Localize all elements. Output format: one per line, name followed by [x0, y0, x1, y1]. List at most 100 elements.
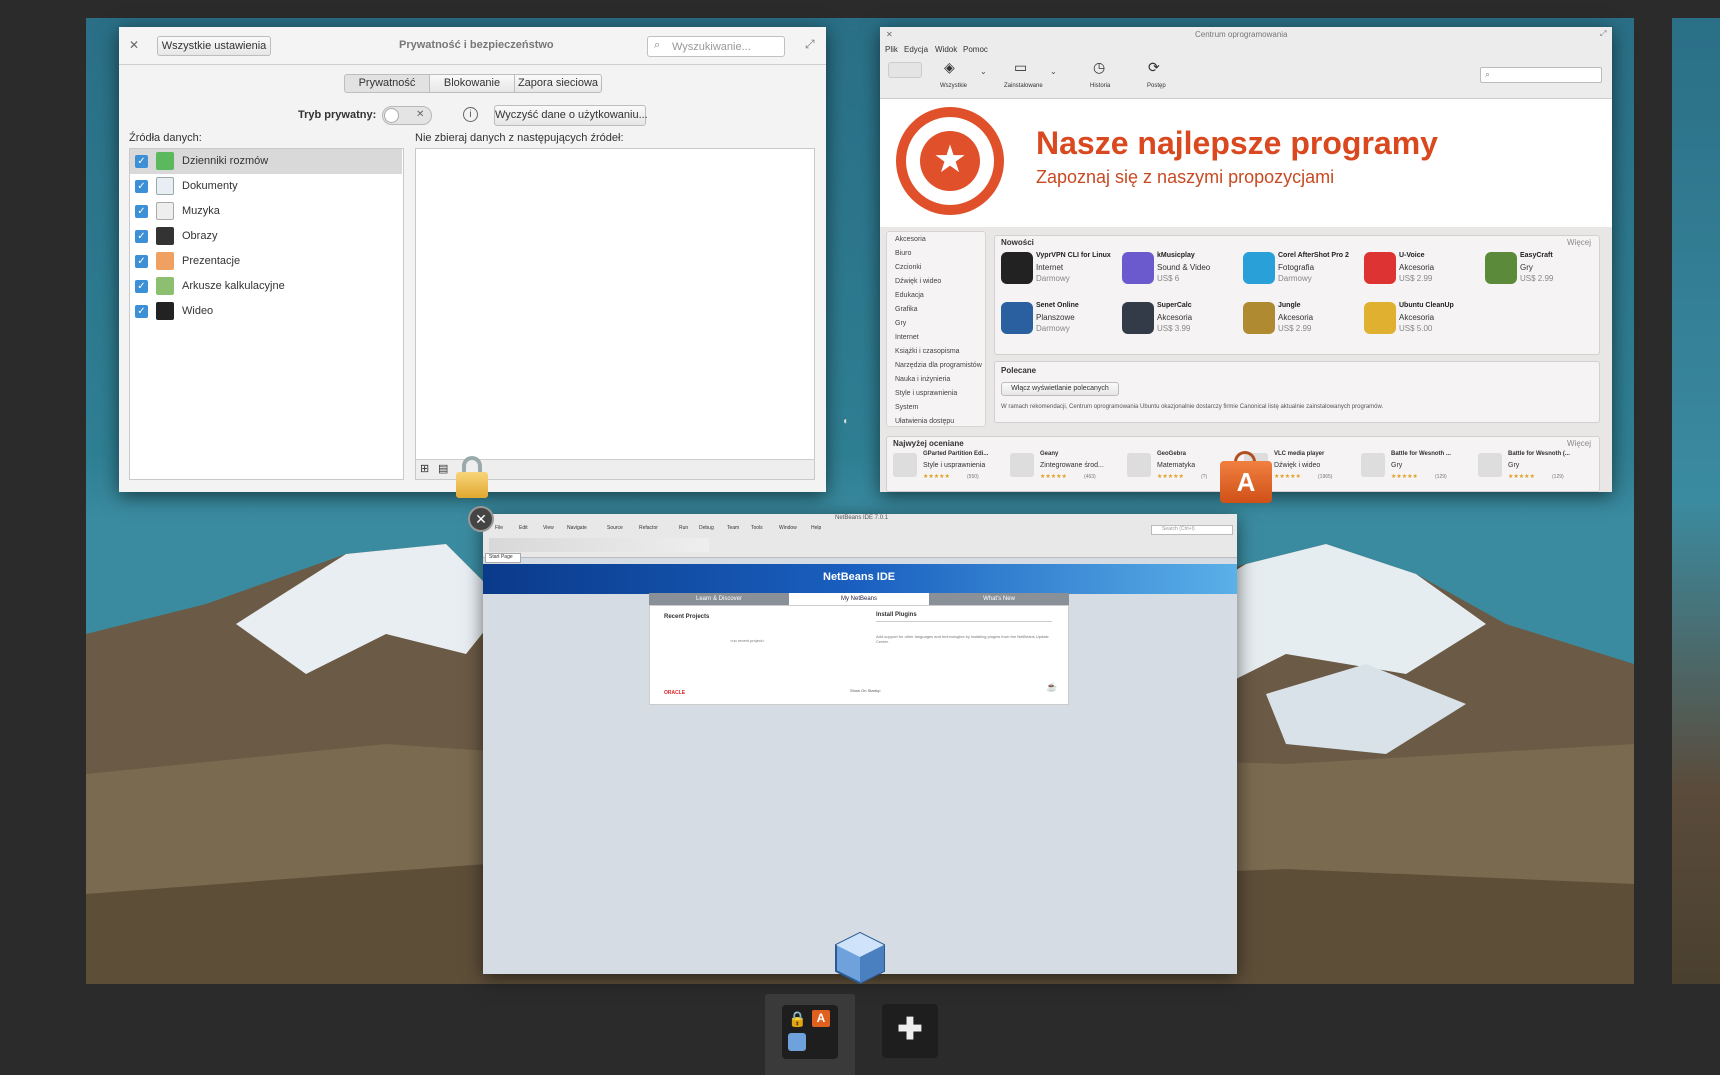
- list-item[interactable]: ✓ Muzyka: [130, 199, 402, 224]
- menu-view[interactable]: Widok: [935, 45, 957, 54]
- banner[interactable]: ★ Nasze najlepsze programy Zapoznaj się …: [880, 99, 1612, 227]
- menu-item[interactable]: Run: [679, 525, 688, 531]
- menu-item[interactable]: File: [495, 525, 503, 531]
- menu-item[interactable]: Refactor: [639, 525, 658, 531]
- list-item[interactable]: ✓ Prezentacje: [130, 249, 402, 274]
- plugins-heading[interactable]: Install Plugins: [876, 612, 1052, 622]
- maximize-icon[interactable]: ⤢: [805, 37, 815, 52]
- app-tile[interactable]: U-Voice Akcesoria US$ 2.99: [1364, 252, 1482, 300]
- chevron-down-icon[interactable]: ⌄: [980, 67, 987, 76]
- category-item[interactable]: Edukacja: [895, 292, 924, 299]
- menu-item[interactable]: Window: [779, 525, 797, 531]
- checkbox-icon[interactable]: ✓: [135, 280, 148, 293]
- netbeans-window[interactable]: NetBeans IDE 7.0.1 File Edit View Navigate S…: [483, 514, 1237, 974]
- category-item[interactable]: Grafika: [895, 306, 918, 313]
- back-button[interactable]: Wszystkie ustawienia: [157, 36, 271, 56]
- toolbar-progress[interactable]: Postęp: [1147, 83, 1166, 89]
- category-item[interactable]: Książki i czasopisma: [895, 348, 960, 355]
- category-item[interactable]: Gry: [895, 320, 906, 327]
- nav-buttons[interactable]: [888, 62, 922, 78]
- clear-data-button[interactable]: Wyczyść dane o użytkowaniu...: [494, 105, 648, 126]
- tab-privacy[interactable]: Prywatność: [344, 74, 430, 93]
- close-icon[interactable]: ✕: [129, 38, 139, 52]
- history-icon[interactable]: ◷: [1093, 59, 1105, 76]
- toolbar-history[interactable]: Historia: [1090, 83, 1110, 89]
- checkbox-icon[interactable]: ✓: [135, 305, 148, 318]
- menu-item[interactable]: Edit: [519, 525, 528, 531]
- search-input[interactable]: ⌕ Wyszukiwanie...: [647, 36, 785, 57]
- category-item[interactable]: Biuro: [895, 250, 911, 257]
- toolbar-installed[interactable]: Zainstalowane: [1004, 83, 1043, 89]
- close-icon[interactable]: ✕: [886, 30, 893, 39]
- list-item[interactable]: ✓ Dzienniki rozmów: [130, 149, 402, 174]
- show-on-startup-checkbox[interactable]: Show On Startup: [850, 688, 880, 693]
- checkbox-icon[interactable]: ✓: [135, 155, 148, 168]
- menu-item[interactable]: Help: [811, 525, 821, 531]
- menu-file[interactable]: Plik: [885, 45, 898, 54]
- info-icon[interactable]: i: [463, 107, 478, 122]
- top-app-tile[interactable]: Battle for Wesnoth ... Gry ★★★★★ (129): [1361, 451, 1473, 491]
- list-item[interactable]: ✓ Obrazy: [130, 224, 402, 249]
- app-tile[interactable]: kMusicplay Sound & Video US$ 6: [1122, 252, 1240, 300]
- category-item[interactable]: Style i usprawnienia: [895, 390, 957, 397]
- menu-item[interactable]: Debug: [699, 525, 714, 531]
- all-apps-icon[interactable]: ◈: [944, 59, 955, 76]
- add-workspace-button[interactable]: ✚: [882, 1004, 938, 1058]
- top-app-tile[interactable]: GParted Partition Edi... Style i usprawni…: [893, 451, 1005, 491]
- close-window-icon[interactable]: ✕: [468, 506, 494, 532]
- list-item[interactable]: ✓ Dokumenty: [130, 174, 402, 199]
- category-item[interactable]: System: [895, 404, 918, 411]
- category-item[interactable]: Internet: [895, 334, 919, 341]
- category-item[interactable]: Akcesoria: [895, 236, 926, 243]
- progress-icon[interactable]: ⟳: [1148, 59, 1160, 76]
- app-tile[interactable]: Senet Online Planszowe Darmowy: [1001, 302, 1119, 350]
- menu-edit[interactable]: Edycja: [904, 45, 928, 54]
- top-app-tile[interactable]: Geany Zintegrowane środ... ★★★★★ (463): [1010, 451, 1122, 491]
- checkbox-icon[interactable]: ✓: [135, 230, 148, 243]
- menu-item[interactable]: Tools: [751, 525, 763, 531]
- app-tile[interactable]: Jungle Akcesoria US$ 2.99: [1243, 302, 1361, 350]
- menu-item[interactable]: View: [543, 525, 554, 531]
- toolbar-all[interactable]: Wszystkie: [940, 83, 967, 89]
- tab-learn[interactable]: Learn & Discover: [649, 593, 789, 605]
- list-item[interactable]: ✓ Arkusze kalkulacyjne: [130, 274, 402, 299]
- search-input[interactable]: ⌕: [1480, 67, 1602, 83]
- privacy-window[interactable]: ✕ Wszystkie ustawienia Prywatność i bezp…: [119, 27, 826, 492]
- tab-my-netbeans[interactable]: My NetBeans: [789, 593, 929, 605]
- tab-start-page[interactable]: Start Page: [485, 553, 521, 563]
- tab-blocking[interactable]: Blokowanie: [429, 74, 515, 93]
- app-tile[interactable]: SuperCalc Akcesoria US$ 3.99: [1122, 302, 1240, 350]
- app-tile[interactable]: Corel AfterShot Pro 2 Fotografia Darmowy: [1243, 252, 1361, 300]
- checkbox-icon[interactable]: ✓: [135, 255, 148, 268]
- exclude-list[interactable]: ⊞ ▤: [415, 148, 815, 480]
- enable-recommendations-button[interactable]: Włącz wyświetlanie polecanych: [1001, 382, 1119, 396]
- category-item[interactable]: Dźwięk i wideo: [895, 278, 941, 285]
- chevron-down-icon[interactable]: ⌄: [1050, 67, 1057, 76]
- app-tile[interactable]: Ubuntu CleanUp Akcesoria US$ 5.00: [1364, 302, 1482, 350]
- nb-toolbar[interactable]: [489, 538, 709, 552]
- category-item[interactable]: Ułatwienia dostępu: [895, 418, 954, 425]
- category-item[interactable]: Nauka i inżynieria: [895, 376, 950, 383]
- menu-help[interactable]: Pomoc: [963, 45, 988, 54]
- checkbox-icon[interactable]: ✓: [135, 205, 148, 218]
- search-input[interactable]: Search (Ctrl+I): [1151, 525, 1233, 535]
- private-mode-toggle[interactable]: ✕: [382, 106, 432, 125]
- software-center-window[interactable]: ✕ Centrum oprogramowania ⤢ Plik Edycja W…: [880, 27, 1612, 492]
- list-item[interactable]: ✓ Wideo: [130, 299, 402, 324]
- workspace-thumbnail-active[interactable]: 🔒 A: [765, 994, 855, 1075]
- category-item[interactable]: Czcionki: [895, 264, 921, 271]
- installed-icon[interactable]: ▭: [1014, 59, 1027, 76]
- tab-firewall[interactable]: Zapora sieciowa: [514, 74, 602, 93]
- sources-list[interactable]: ✓ Dzienniki rozmów ✓ Dokumenty ✓ Muzyka ✓ Ob…: [129, 148, 404, 480]
- app-tile[interactable]: EasyCraft Gry US$ 2.99: [1485, 252, 1603, 300]
- more-link[interactable]: Więcej: [1567, 439, 1591, 448]
- category-item[interactable]: Narzędzia dla programistów: [895, 362, 982, 369]
- top-app-tile[interactable]: Battle for Wesnoth (... Gry ★★★★★ (129): [1478, 451, 1590, 491]
- add-folder-icon[interactable]: ▤: [438, 462, 448, 475]
- menu-item[interactable]: Navigate: [567, 525, 587, 531]
- add-file-icon[interactable]: ⊞: [420, 462, 429, 475]
- app-tile[interactable]: VyprVPN CLI for Linux Internet Darmowy: [1001, 252, 1119, 300]
- maximize-icon[interactable]: ⤢: [1600, 29, 1606, 39]
- next-workspace-edge[interactable]: [1672, 18, 1720, 984]
- menu-item[interactable]: Team: [727, 525, 739, 531]
